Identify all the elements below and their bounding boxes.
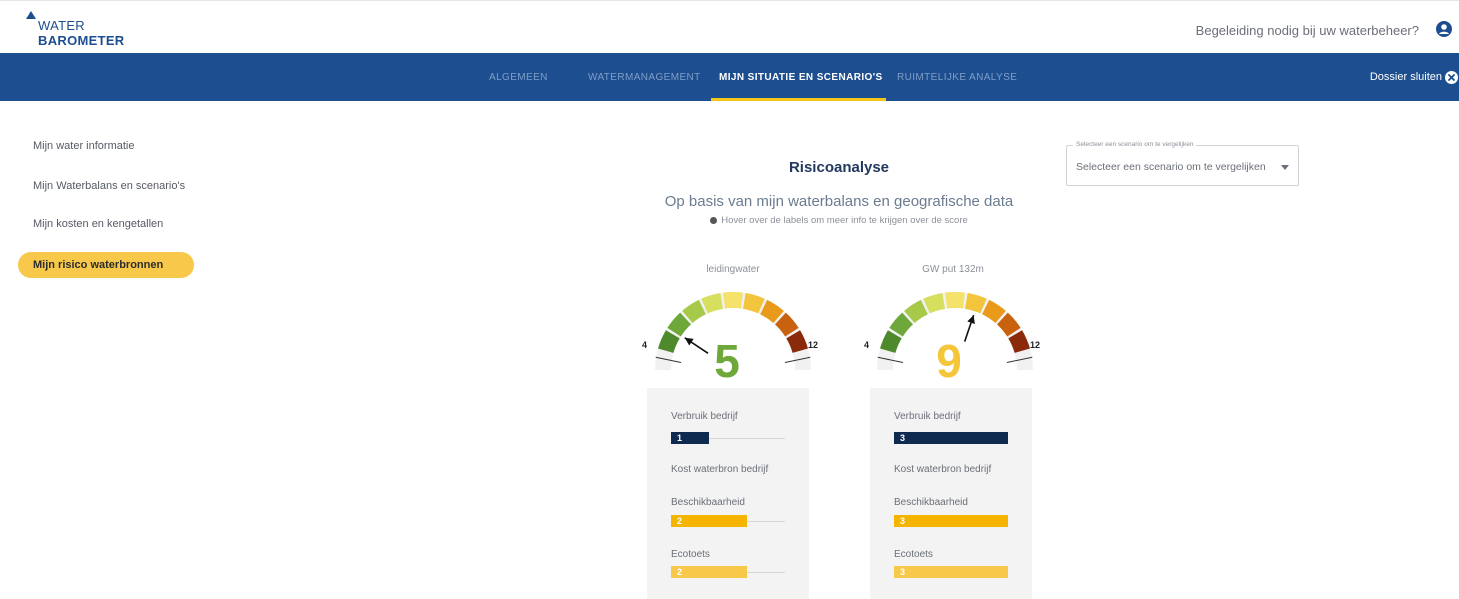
active-tab-indicator: [711, 98, 886, 101]
gauge-needle-head: [967, 315, 975, 324]
info-icon: [710, 217, 718, 224]
metric-label[interactable]: Verbruik bedrijf: [671, 411, 738, 422]
tab-algemeen[interactable]: ALGEMEEN: [489, 72, 548, 83]
gauge-segment: [723, 292, 743, 309]
tab-mijn-situatie[interactable]: MIJN SITUATIE EN SCENARIO'S: [719, 72, 883, 83]
logo-text-barometer: BAROMETER: [38, 33, 125, 48]
hint-label: Hover over de labels om meer info te kri…: [721, 215, 968, 226]
gauge-segment: [945, 292, 965, 309]
metric-label[interactable]: Kost waterbron bedrijf: [894, 464, 991, 475]
metric-label[interactable]: Verbruik bedrijf: [894, 411, 961, 422]
metric-bar: 2: [671, 566, 747, 578]
metric-label[interactable]: Beschikbaarheid: [671, 497, 745, 508]
score-card-leidingwater: Verbruik bedrijf 1 Kost waterbron bedrijf B…: [647, 388, 809, 599]
gauge-score-leidingwater: 5: [714, 335, 740, 387]
close-dossier-button[interactable]: Dossier sluiten: [1370, 71, 1442, 83]
metric-label[interactable]: Kost waterbron bedrijf: [671, 464, 768, 475]
hint-text: Hover over de labels om meer info te kri…: [600, 215, 1078, 226]
gauge-label-leidingwater[interactable]: leidingwater: [633, 264, 833, 275]
metric-bar: 1: [671, 432, 709, 444]
gauge-max-label: 12: [808, 340, 818, 350]
user-circle-icon[interactable]: [1436, 21, 1452, 37]
metric-label[interactable]: Beschikbaarheid: [894, 497, 968, 508]
main-navigation: ALGEMEEN WATERMANAGEMENT MIJN SITUATIE E…: [0, 53, 1459, 101]
sidebar-item-kosten[interactable]: Mijn kosten en kengetallen: [33, 218, 163, 230]
gauge-score-gw-put: 9: [936, 335, 962, 387]
metric-value: 1: [677, 433, 683, 443]
gauge-min-label: 4: [864, 340, 869, 350]
tab-watermanagement[interactable]: WATERMANAGEMENT: [588, 72, 701, 83]
metric-value: 2: [677, 567, 683, 577]
scenario-select-value: Selecteer een scenario om te vergelijken: [1076, 161, 1266, 173]
tab-ruimtelijke-analyse[interactable]: RUIMTELIJKE ANALYSE: [897, 72, 1017, 83]
gauge-label-gw-put[interactable]: GW put 132m: [853, 264, 1053, 275]
close-circle-icon[interactable]: [1445, 71, 1458, 84]
top-bar: WATER BAROMETER Begeleiding nodig bij uw…: [0, 0, 1459, 53]
metric-bar: 3: [894, 566, 1008, 578]
metric-value: 3: [900, 433, 906, 443]
metric-label[interactable]: Ecotoets: [671, 549, 710, 560]
logo-triangle-icon: [26, 11, 36, 19]
metric-value: 2: [677, 516, 683, 526]
metric-bar: 3: [894, 432, 1008, 444]
sidebar-item-label: Mijn risico waterbronnen: [33, 259, 164, 271]
help-link[interactable]: Begeleiding nodig bij uw waterbeheer?: [1196, 23, 1419, 38]
scenario-select[interactable]: Selecteer een scenario om te vergelijken…: [1066, 141, 1299, 186]
sidebar-item-water-informatie[interactable]: Mijn water informatie: [33, 140, 134, 152]
sidebar-item-waterbalans[interactable]: Mijn Waterbalans en scenario's: [33, 180, 185, 192]
gauge-min-label: 4: [642, 340, 647, 350]
scenario-select-legend: Selecteer een scenario om te vergelijken: [1073, 141, 1197, 148]
metric-value: 3: [900, 567, 906, 577]
metric-bar: 2: [671, 515, 747, 527]
page-title: Risicoanalyse: [788, 159, 890, 176]
metric-label[interactable]: Ecotoets: [894, 549, 933, 560]
sidebar-item-risico-waterbronnen[interactable]: Mijn risico waterbronnen: [18, 252, 194, 278]
page-subtitle: Op basis van mijn waterbalans en geograf…: [664, 193, 1014, 210]
gauge-max-label: 12: [1030, 340, 1040, 350]
logo-text-water: WATER: [38, 18, 85, 33]
metric-value: 3: [900, 516, 906, 526]
score-card-gw-put: Verbruik bedrijf 3 Kost waterbron bedrijf B…: [870, 388, 1032, 599]
chevron-down-icon: [1281, 165, 1289, 170]
metric-bar: 3: [894, 515, 1008, 527]
